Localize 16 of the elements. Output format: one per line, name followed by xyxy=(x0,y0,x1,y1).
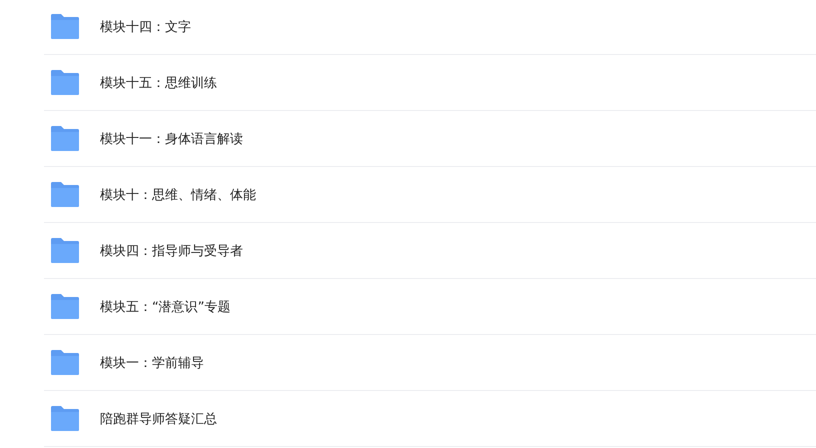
folder-name[interactable]: 模块十一：身体语言解读 xyxy=(100,130,243,148)
folder-icon xyxy=(51,350,79,375)
folder-icon xyxy=(51,182,79,207)
folder-icon xyxy=(51,70,79,95)
folder-name[interactable]: 模块四：指导师与受导者 xyxy=(100,242,243,260)
folder-icon xyxy=(51,14,79,39)
folder-name[interactable]: 模块十：思维、情绪、体能 xyxy=(100,186,256,204)
folder-icon xyxy=(51,126,79,151)
folder-icon xyxy=(51,238,79,263)
folder-name[interactable]: 模块一：学前辅导 xyxy=(100,354,204,372)
folder-name[interactable]: 模块五：“潜意识”专题 xyxy=(100,298,230,316)
folder-icon xyxy=(51,294,79,319)
folder-name[interactable]: 陪跑群导师答疑汇总 xyxy=(100,410,217,428)
folder-name[interactable]: 模块十五：思维训练 xyxy=(100,74,217,92)
folder-icon xyxy=(51,406,79,431)
folder-name[interactable]: 模块十四：文字 xyxy=(100,18,191,36)
